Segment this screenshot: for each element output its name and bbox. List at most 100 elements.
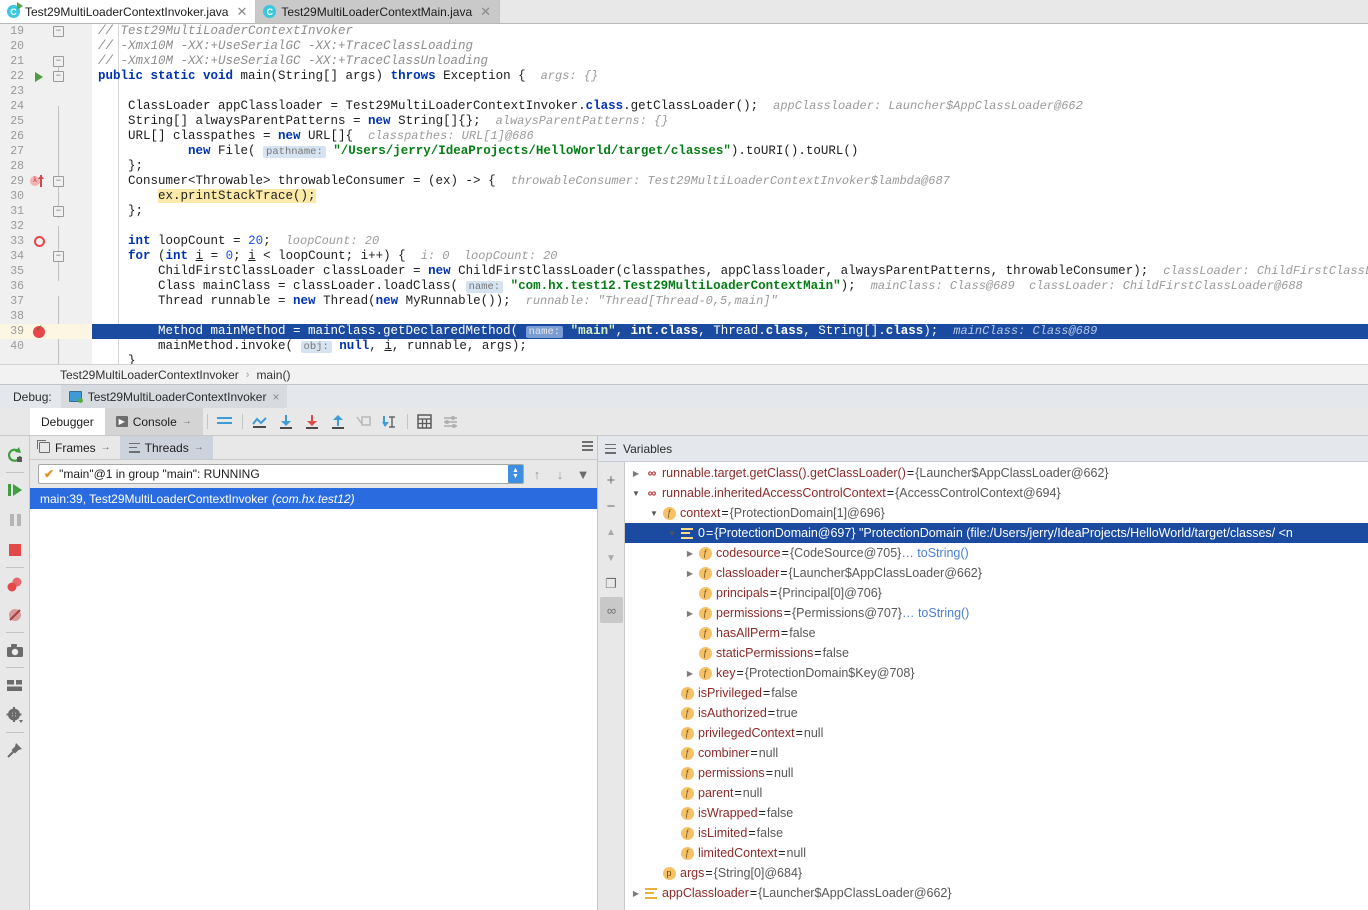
run-to-cursor-button[interactable] bbox=[377, 408, 403, 435]
pause-program-button[interactable] bbox=[2, 505, 28, 535]
close-icon[interactable]: ✕ bbox=[236, 5, 247, 18]
copy-value-button[interactable]: ❐ bbox=[600, 571, 623, 597]
stop-button[interactable] bbox=[2, 535, 28, 565]
show-watches-button[interactable]: ∞ bbox=[599, 597, 623, 623]
variable-name: combiner bbox=[698, 746, 750, 760]
breakpoint-disabled-icon[interactable] bbox=[28, 234, 50, 249]
pin-tab-button[interactable] bbox=[2, 735, 28, 765]
show-execution-point-button[interactable] bbox=[247, 408, 273, 435]
pin-icon[interactable]: → bbox=[194, 442, 204, 453]
triangle-down-icon[interactable]: ▼ bbox=[647, 509, 661, 518]
remove-watch-button[interactable]: − bbox=[600, 493, 623, 519]
equals-sign: = bbox=[906, 466, 915, 480]
variable-row[interactable]: ▼ ∞ runnable.inheritedAccessControlContext… bbox=[625, 483, 1368, 503]
frame-up-button[interactable]: ↑ bbox=[527, 464, 547, 484]
chevron-updown-icon[interactable]: ▲ ▼ bbox=[508, 465, 523, 483]
variable-row[interactable]: f isAuthorized = true bbox=[625, 703, 1368, 723]
fold-icon[interactable]: − bbox=[53, 71, 64, 82]
tab-console[interactable]: ▶ Console → bbox=[104, 408, 203, 435]
variable-row[interactable]: f staticPermissions = false bbox=[625, 643, 1368, 663]
lambda-marker-icon[interactable]: λ bbox=[28, 174, 50, 189]
breadcrumb-class[interactable]: Test29MultiLoaderContextInvoker bbox=[60, 368, 239, 382]
run-method-arrow-icon[interactable] bbox=[28, 69, 50, 84]
fold-icon[interactable]: − bbox=[53, 26, 64, 37]
variable-row[interactable]: f hasAllPerm = false bbox=[625, 623, 1368, 643]
code-line: Consumer<Throwable> throwableConsumer = … bbox=[98, 174, 950, 188]
variable-row[interactable]: f limitedContext = null bbox=[625, 843, 1368, 863]
fold-icon[interactable]: − bbox=[53, 206, 64, 217]
resume-program-button[interactable] bbox=[2, 475, 28, 505]
variable-row[interactable]: f principals = {Principal[0]@706} bbox=[625, 583, 1368, 603]
breadcrumb[interactable]: Test29MultiLoaderContextInvoker › main() bbox=[0, 364, 1368, 384]
breakpoint-hit-icon[interactable] bbox=[28, 323, 50, 339]
tab-frames[interactable]: Frames → bbox=[30, 436, 120, 459]
code-editor[interactable]: 19− 20 21− 22− 23 24 25 26 27 28 29 λ − 30… bbox=[0, 24, 1368, 364]
evaluate-expression-button[interactable] bbox=[412, 408, 438, 435]
force-step-into-button[interactable] bbox=[351, 408, 377, 435]
fold-icon[interactable]: − bbox=[53, 56, 64, 67]
editor-tab-invoker[interactable]: C Test29MultiLoaderContextInvoker.java ✕ bbox=[0, 0, 257, 23]
variable-row[interactable]: ▶ f codesource = {CodeSource@705} … toStri… bbox=[625, 543, 1368, 563]
step-out-button[interactable] bbox=[325, 408, 351, 435]
triangle-right-icon[interactable]: ▶ bbox=[629, 889, 643, 898]
breadcrumb-method[interactable]: main() bbox=[256, 368, 290, 382]
to-string-link[interactable]: … toString() bbox=[902, 606, 969, 620]
variable-row[interactable]: ▶ f permissions = {Permissions@707} … toSt… bbox=[625, 603, 1368, 623]
variable-row[interactable]: f parent = null bbox=[625, 783, 1368, 803]
debug-session-tab[interactable]: Test29MultiLoaderContextInvoker × bbox=[60, 385, 288, 408]
frame-down-button[interactable]: ↓ bbox=[550, 464, 570, 484]
editor-gutter[interactable]: 19− 20 21− 22− 23 24 25 26 27 28 29 λ − 30… bbox=[0, 24, 92, 364]
variable-row[interactable]: f privilegedContext = null bbox=[625, 723, 1368, 743]
line-number: 29 bbox=[10, 175, 24, 188]
settings-button[interactable] bbox=[438, 408, 464, 435]
variable-row[interactable]: ▼ 0 = {ProtectionDomain@697} "ProtectionD… bbox=[625, 523, 1368, 543]
to-string-link[interactable]: … toString() bbox=[901, 546, 968, 560]
close-icon[interactable]: × bbox=[272, 390, 279, 404]
tab-debugger[interactable]: Debugger bbox=[30, 408, 105, 435]
mute-breakpoints-button[interactable] bbox=[212, 408, 238, 435]
variable-row[interactable]: f permissions = null bbox=[625, 763, 1368, 783]
step-over-button[interactable] bbox=[273, 408, 299, 435]
view-breakpoints-button[interactable] bbox=[2, 570, 28, 600]
tab-threads[interactable]: Threads → bbox=[119, 436, 213, 459]
variable-row[interactable]: ▶ f key = {ProtectionDomain$Key@708} bbox=[625, 663, 1368, 683]
pin-icon[interactable]: → bbox=[182, 416, 192, 427]
variable-row[interactable]: ▶ f classloader = {Launcher$AppClassLoader… bbox=[625, 563, 1368, 583]
editor-tab-main[interactable]: C Test29MultiLoaderContextMain.java ✕ bbox=[256, 0, 501, 23]
fold-icon[interactable]: − bbox=[53, 251, 64, 262]
triangle-right-icon[interactable]: ▶ bbox=[683, 549, 697, 558]
code-text-area[interactable]: // Test29MultiLoaderContextInvoker // -X… bbox=[92, 24, 1368, 364]
variable-row[interactable]: f isPrivileged = false bbox=[625, 683, 1368, 703]
thread-selector[interactable]: ✔ "main"@1 in group "main": RUNNING ▲ ▼ bbox=[38, 464, 524, 484]
pin-icon[interactable]: → bbox=[101, 442, 111, 453]
triangle-down-icon[interactable]: ▼ bbox=[629, 489, 643, 498]
frame-row[interactable]: main:39, Test29MultiLoaderContextInvoker… bbox=[30, 488, 597, 509]
triangle-right-icon[interactable]: ▶ bbox=[683, 669, 697, 678]
variable-row[interactable]: f isLimited = false bbox=[625, 823, 1368, 843]
fold-icon[interactable]: − bbox=[53, 176, 64, 187]
variable-row[interactable]: ▶ ∞ runnable.target.getClass().getClassLoa… bbox=[625, 463, 1368, 483]
triangle-down-icon[interactable]: ▼ bbox=[665, 529, 679, 538]
triangle-right-icon[interactable]: ▶ bbox=[683, 569, 697, 578]
variable-row[interactable]: ▶ appClassloader = {Launcher$AppClassLoad… bbox=[625, 883, 1368, 903]
triangle-right-icon[interactable]: ▶ bbox=[629, 469, 643, 478]
close-icon[interactable]: ✕ bbox=[480, 5, 491, 18]
variable-row[interactable]: p args = {String[0]@684} bbox=[625, 863, 1368, 883]
layout-button[interactable] bbox=[2, 670, 28, 700]
frames-list[interactable]: main:39, Test29MultiLoaderContextInvoker… bbox=[30, 488, 597, 910]
screenshot-button[interactable] bbox=[2, 635, 28, 665]
variable-row[interactable]: ▼ f context = {ProtectionDomain[1]@696} bbox=[625, 503, 1368, 523]
move-down-button[interactable]: ▼ bbox=[600, 545, 623, 571]
settings-gear-button[interactable] bbox=[2, 700, 28, 730]
variables-tree[interactable]: ▶ ∞ runnable.target.getClass().getClassLoa… bbox=[625, 462, 1368, 910]
rerun-button[interactable] bbox=[2, 440, 28, 470]
frames-menu-button[interactable] bbox=[577, 436, 597, 456]
variable-row[interactable]: f combiner = null bbox=[625, 743, 1368, 763]
filter-frames-button[interactable]: ▼ bbox=[573, 464, 593, 484]
triangle-right-icon[interactable]: ▶ bbox=[683, 609, 697, 618]
mute-breakpoints-toggle[interactable] bbox=[2, 600, 28, 630]
step-into-button[interactable] bbox=[299, 408, 325, 435]
add-watch-button[interactable]: + bbox=[600, 467, 623, 493]
variable-row[interactable]: f isWrapped = false bbox=[625, 803, 1368, 823]
move-up-button[interactable]: ▲ bbox=[600, 519, 623, 545]
